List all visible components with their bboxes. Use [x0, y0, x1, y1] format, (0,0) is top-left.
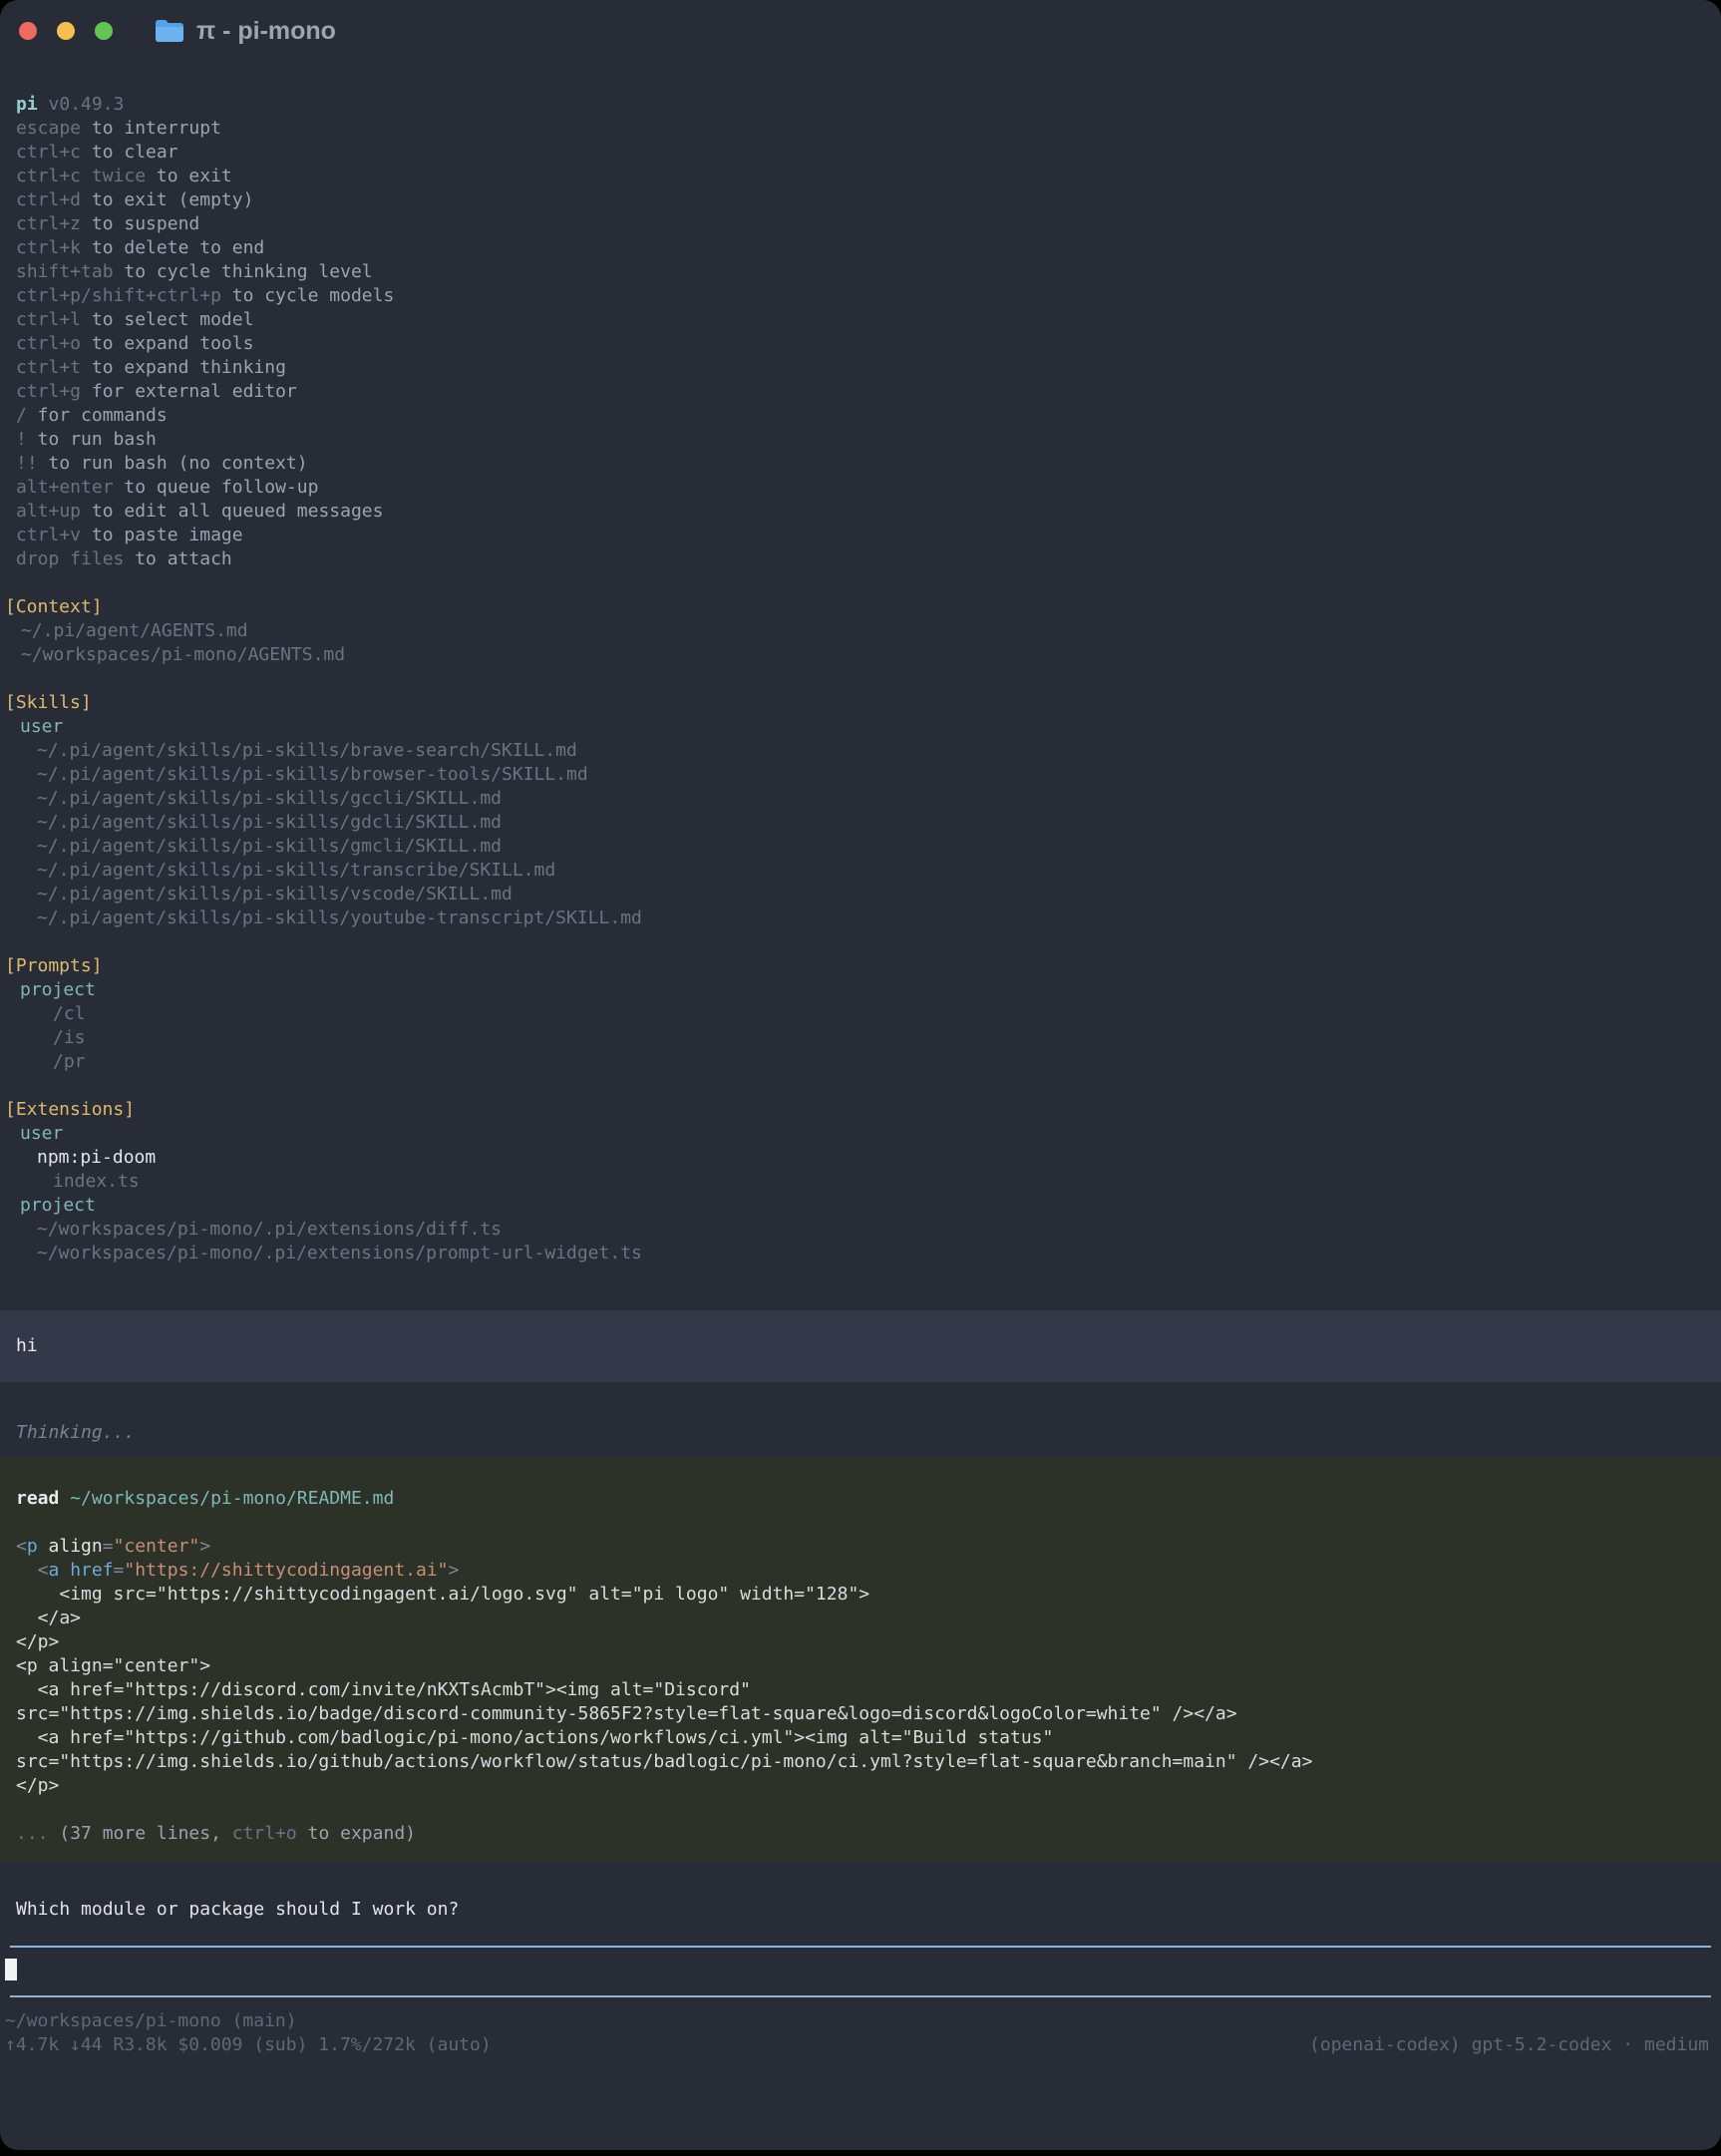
terminal-line [0, 667, 1721, 691]
terminal-line: ~/.pi/agent/skills/pi-skills/gccli/SKILL… [0, 787, 1721, 811]
terminal-line: ~/.pi/agent/skills/pi-skills/youtube-tra… [0, 906, 1721, 930]
terminal-line [0, 571, 1721, 595]
text-cursor [5, 1959, 17, 1980]
terminal-line: user [0, 1122, 1721, 1146]
terminal-line: ctrl+g for external editor [0, 380, 1721, 404]
status-bar: ~/workspaces/pi-mono (main) ↑4.7k ↓44 R3… [5, 2009, 1721, 2057]
terminal-line: ctrl+o to expand tools [0, 332, 1721, 356]
thinking-indicator: Thinking... [0, 1421, 1721, 1445]
terminal-line: ~/.pi/agent/skills/pi-skills/vscode/SKIL… [0, 883, 1721, 906]
terminal-line: alt+up to edit all queued messages [0, 500, 1721, 524]
terminal-line: </p> [16, 1774, 1705, 1798]
terminal-line: </p> [16, 1630, 1705, 1654]
terminal-line: src="https://img.shields.io/github/actio… [16, 1750, 1705, 1774]
terminal-line: ctrl+c to clear [0, 141, 1721, 165]
terminal-line: [Context] [0, 595, 1721, 619]
terminal-line: !! to run bash (no context) [0, 452, 1721, 476]
terminal-line: npm:pi-doom [0, 1146, 1721, 1170]
input-divider-top [10, 1946, 1711, 1948]
terminal-line: user [0, 715, 1721, 739]
terminal-line: [Extensions] [0, 1098, 1721, 1122]
terminal-line: src="https://img.shields.io/badge/discor… [16, 1702, 1705, 1726]
terminal-line: <a href="https://shittycodingagent.ai"> [16, 1559, 1705, 1583]
terminal-line: project [0, 978, 1721, 1002]
terminal-content: pi v0.49.3escape to interruptctrl+c to c… [0, 62, 1721, 2057]
terminal-line: <p align="center"> [16, 1535, 1705, 1559]
terminal-line: <a href="https://github.com/badlogic/pi-… [16, 1726, 1705, 1750]
terminal-line: ~/.pi/agent/skills/pi-skills/gmcli/SKILL… [0, 835, 1721, 859]
terminal-line [0, 1074, 1721, 1098]
terminal-line: ctrl+c twice to exit [0, 165, 1721, 188]
terminal-line: / for commands [0, 404, 1721, 428]
prompt-input[interactable] [5, 1958, 1721, 1981]
cwd-branch-status: ~/workspaces/pi-mono (main) [5, 2009, 297, 2033]
model-status: (openai-codex) gpt-5.2-codex · medium [1309, 2033, 1709, 2057]
terminal-line: ctrl+p/shift+ctrl+p to cycle models [0, 284, 1721, 308]
tool-block-lines: read ~/workspaces/pi-mono/README.md <p al… [16, 1487, 1705, 1846]
terminal-line: escape to interrupt [0, 117, 1721, 141]
terminal-line: ctrl+v to paste image [0, 524, 1721, 547]
terminal-line: project [0, 1194, 1721, 1218]
terminal-line: [Skills] [0, 691, 1721, 715]
terminal-line: ~/workspaces/pi-mono/.pi/extensions/diff… [0, 1218, 1721, 1242]
zoom-button[interactable] [95, 22, 113, 40]
minimize-button[interactable] [57, 22, 75, 40]
terminal-line: alt+enter to queue follow-up [0, 476, 1721, 500]
terminal-line: ~/.pi/agent/skills/pi-skills/gdcli/SKILL… [0, 811, 1721, 835]
terminal-line: /cl [0, 1002, 1721, 1026]
close-button[interactable] [19, 22, 37, 40]
terminal-line: ~/.pi/agent/AGENTS.md [0, 619, 1721, 643]
terminal-line: ctrl+z to suspend [0, 212, 1721, 236]
terminal-line: ! to run bash [0, 428, 1721, 452]
folder-icon [155, 19, 184, 43]
window-title: π - pi-mono [196, 19, 336, 43]
terminal-line: shift+tab to cycle thinking level [0, 260, 1721, 284]
assistant-message: Which module or package should I work on… [0, 1898, 1721, 1922]
terminal-line: <img src="https://shittycodingagent.ai/l… [16, 1583, 1705, 1607]
terminal-line: <a href="https://discord.com/invite/nKXT… [16, 1678, 1705, 1702]
tool-call-block: read ~/workspaces/pi-mono/README.md <p al… [0, 1457, 1721, 1862]
terminal-window: π - pi-mono pi v0.49.3escape to interrup… [0, 0, 1721, 2150]
terminal-line [16, 1798, 1705, 1822]
terminal-line: ctrl+l to select model [0, 308, 1721, 332]
terminal-line: index.ts [0, 1170, 1721, 1194]
token-usage-status: ↑4.7k ↓44 R3.8k $0.009 (sub) 1.7%/272k (… [5, 2033, 492, 2057]
terminal-line: ctrl+t to expand thinking [0, 356, 1721, 380]
terminal-line [0, 930, 1721, 954]
terminal-line: [Prompts] [0, 954, 1721, 978]
terminal-line: ~/.pi/agent/skills/pi-skills/brave-searc… [0, 739, 1721, 763]
terminal-line [16, 1511, 1705, 1535]
terminal-line: read ~/workspaces/pi-mono/README.md [16, 1487, 1705, 1511]
terminal-line: </a> [16, 1607, 1705, 1630]
terminal-line: ~/workspaces/pi-mono/AGENTS.md [0, 643, 1721, 667]
terminal-line: ctrl+k to delete to end [0, 236, 1721, 260]
user-message: hi [0, 1310, 1721, 1382]
terminal-line: pi v0.49.3 [0, 93, 1721, 117]
terminal-line: /is [0, 1026, 1721, 1050]
intro-lines: pi v0.49.3escape to interruptctrl+c to c… [0, 93, 1721, 1265]
terminal-line: <p align="center"> [16, 1654, 1705, 1678]
terminal-line: ~/.pi/agent/skills/pi-skills/browser-too… [0, 763, 1721, 787]
terminal-line: ~/workspaces/pi-mono/.pi/extensions/prom… [0, 1242, 1721, 1265]
terminal-line: ... (37 more lines, ctrl+o to expand) [16, 1822, 1705, 1846]
title-bar: π - pi-mono [0, 0, 1721, 62]
input-divider-bottom [10, 1995, 1711, 1997]
terminal-line: ctrl+d to exit (empty) [0, 188, 1721, 212]
terminal-line: /pr [0, 1050, 1721, 1074]
terminal-line: ~/.pi/agent/skills/pi-skills/transcribe/… [0, 859, 1721, 883]
terminal-line: drop files to attach [0, 547, 1721, 571]
